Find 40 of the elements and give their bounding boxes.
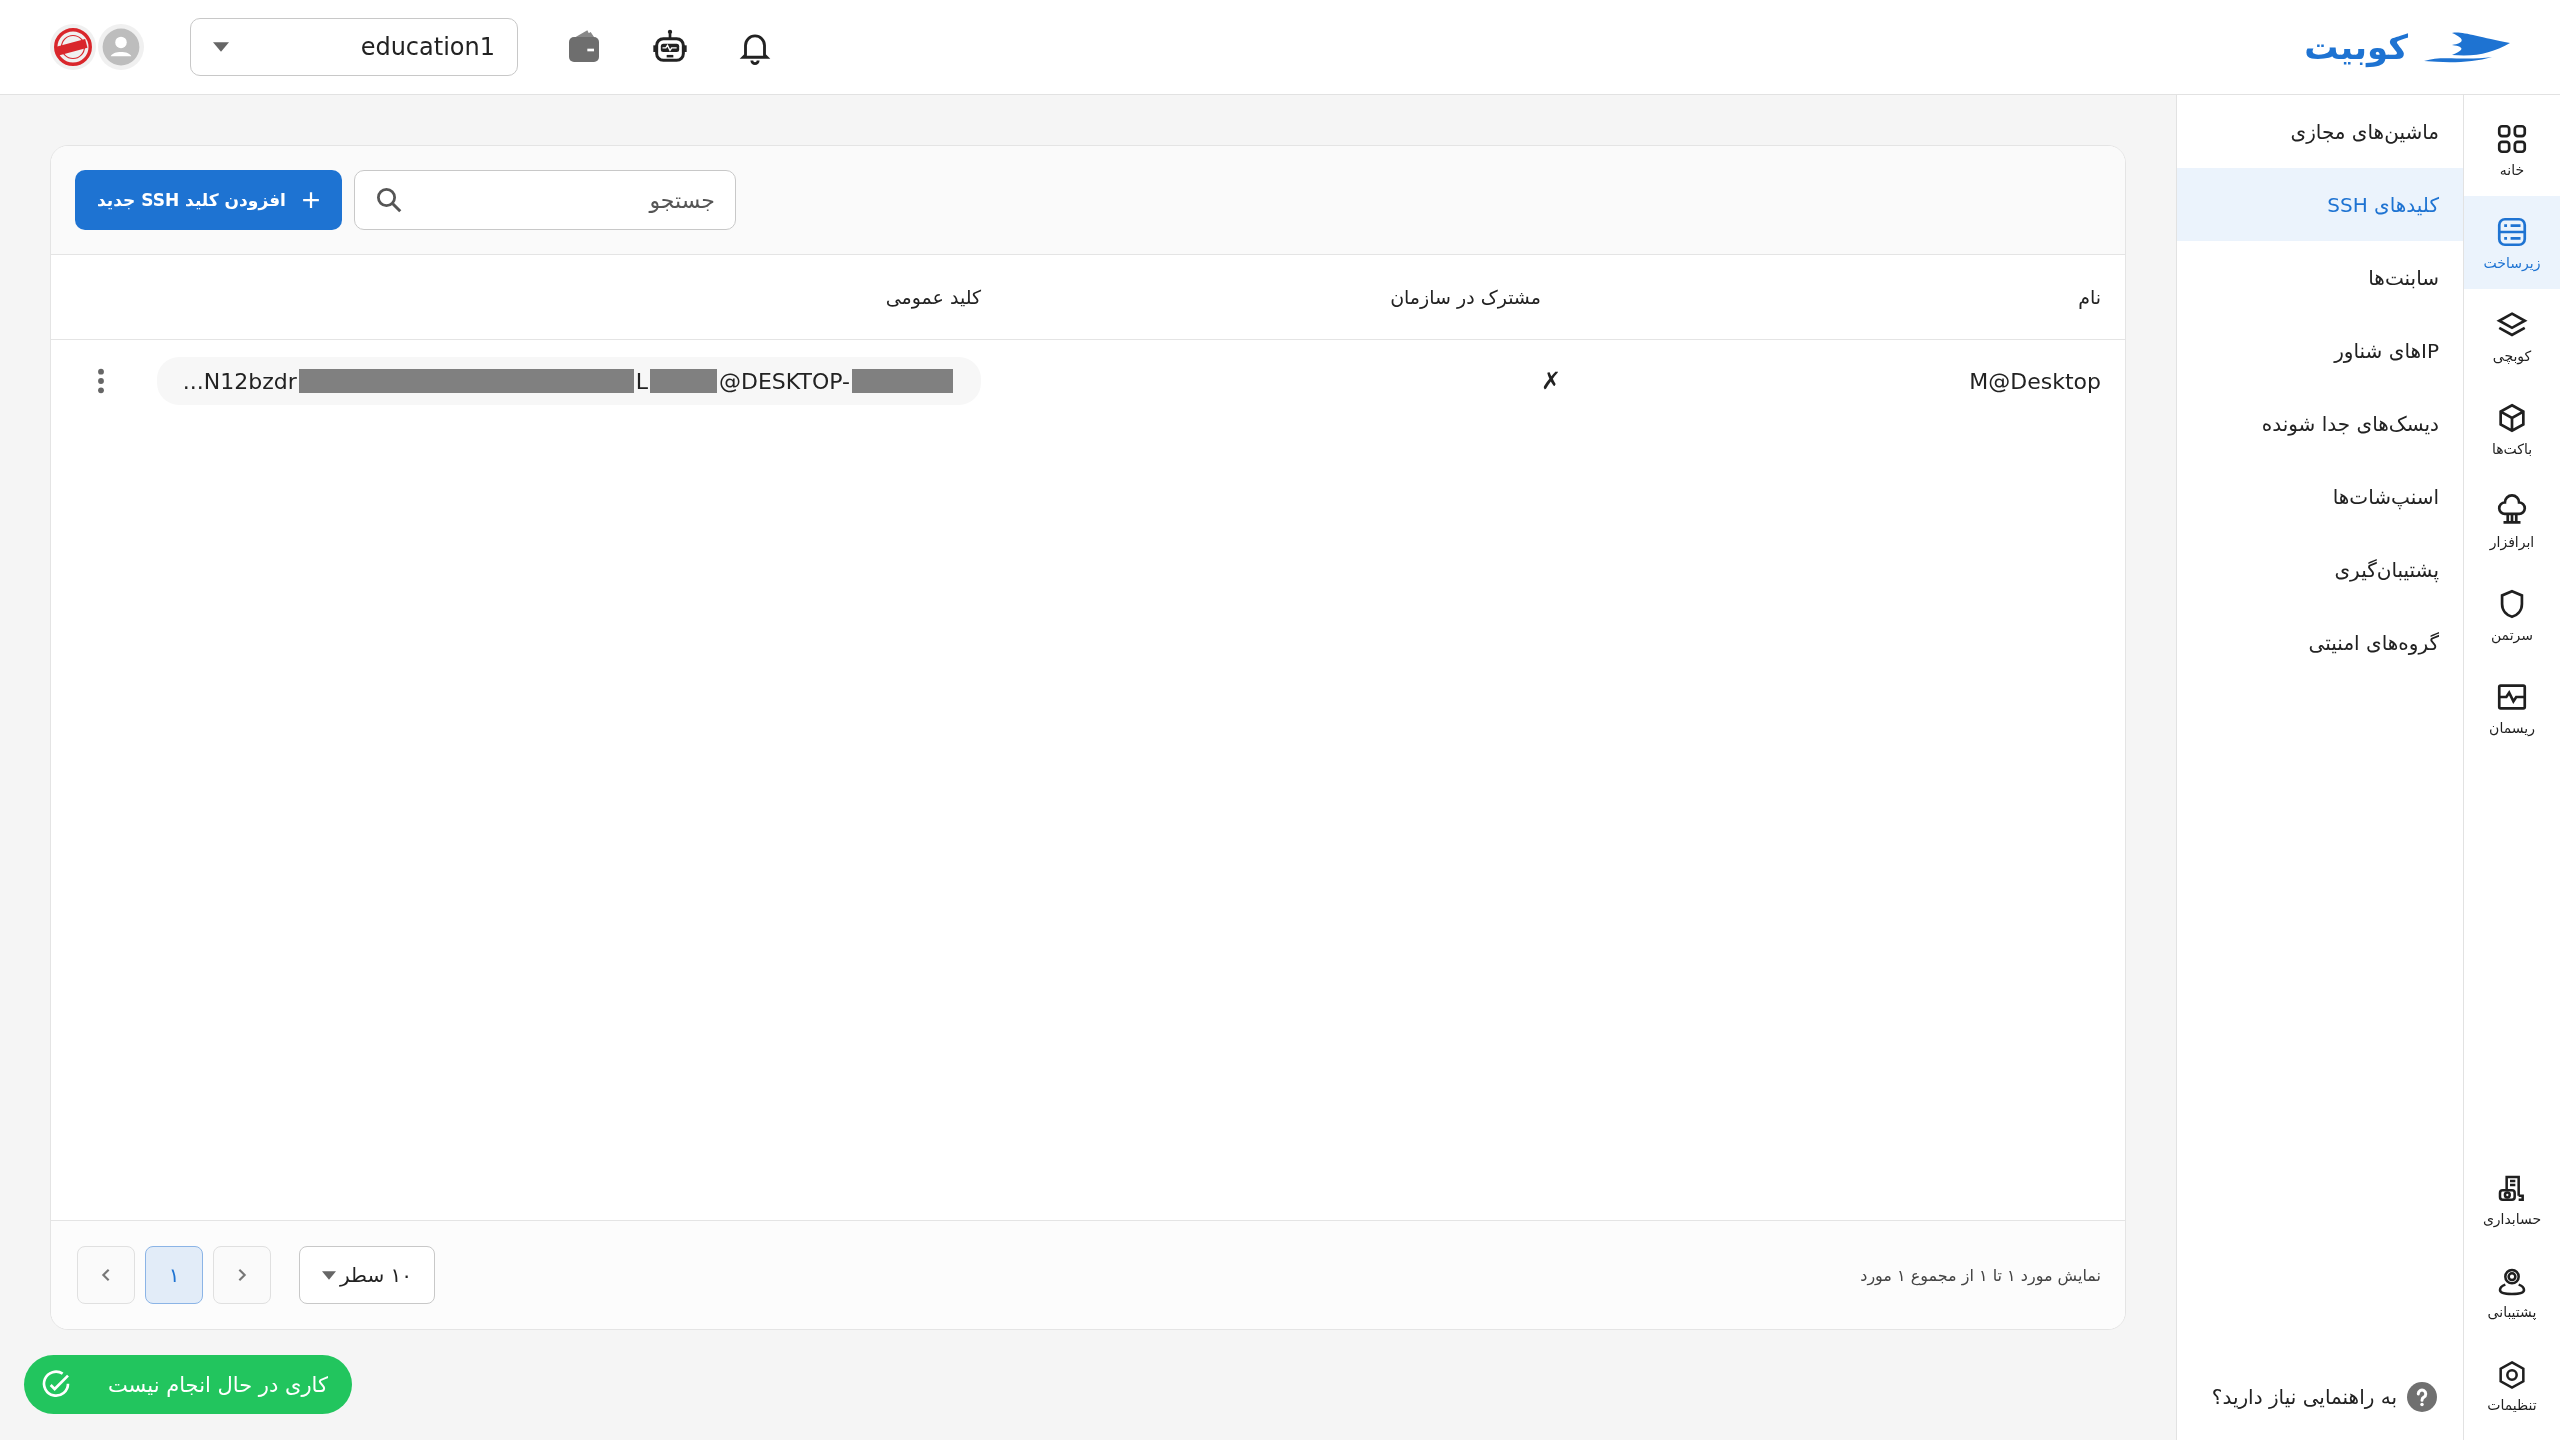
help-icon[interactable] [2407, 1382, 2437, 1412]
status-toast: کاری در حال انجام نیست [24, 1355, 352, 1414]
submenu-item[interactable]: IPهای شناور [2177, 314, 2463, 387]
logo-text: کوبیت [2304, 27, 2408, 67]
search-field[interactable]: جستجو [353, 170, 736, 230]
column-header: کلید عمومی [884, 286, 982, 308]
submenu-item[interactable]: گروه‌های امنیتی [2177, 606, 2463, 679]
rail-item[interactable]: کوبچی [2464, 289, 2560, 382]
page-button[interactable]: ۱ [145, 1246, 203, 1304]
rail-item[interactable]: حسابداری [2464, 1153, 2560, 1246]
hexagon-settings-icon [2496, 1358, 2528, 1391]
caret-icon [322, 1270, 336, 1280]
column-header: نام [2077, 286, 2102, 308]
plus-icon [301, 191, 320, 209]
rail-item[interactable]: پشتیبانی [2464, 1246, 2560, 1339]
submenu-item[interactable]: کلیدهای SSH [2177, 168, 2463, 241]
rail-item[interactable]: سرتمن [2464, 568, 2560, 661]
submenu-item[interactable]: ماشین‌های مجازی [2177, 95, 2463, 168]
table-cell-text: ✗ [1539, 367, 1562, 395]
public-key-cell: ...N12bzdr L @DESKTOP- [156, 357, 981, 405]
caret-icon [213, 42, 229, 52]
rail-item[interactable]: خانه [2464, 103, 2560, 196]
pagination-summary: نمایش مورد ۱ تا ۱ از مجموع ۱ مورد [1860, 1265, 2101, 1285]
rail-item[interactable]: ابرافزار [2464, 475, 2560, 568]
submenu-item[interactable]: سابنت‌ها [2177, 241, 2463, 314]
rail-item[interactable]: باکت‌ها [2464, 382, 2560, 475]
stamp-icon [50, 24, 96, 70]
submenu-item[interactable]: اسنپ‌شات‌ها [2177, 460, 2463, 533]
column-header: مشترک در سازمان [1389, 286, 1542, 308]
more-icon[interactable] [97, 367, 105, 395]
submenu-item[interactable]: دیسک‌های جدا شونده [2177, 387, 2463, 460]
rows-per-page-select[interactable]: ۱۰ سطر [299, 1246, 435, 1304]
project-select[interactable]: education1 [190, 18, 518, 76]
help-link[interactable]: به راهنمایی نیاز دارید؟ [2211, 1385, 2397, 1409]
table-cell-text: M@Desktop [1968, 368, 2102, 394]
rail-item[interactable]: زیرساخت [2464, 196, 2560, 289]
add-ssh-key-button[interactable]: افزودن کلید SSH جدید [75, 170, 342, 230]
submenu-item[interactable]: پشتیبان‌گیری [2177, 533, 2463, 606]
rail-item[interactable]: ریسمان [2464, 661, 2560, 754]
rail-item[interactable]: تنظیمات [2464, 1339, 2560, 1432]
